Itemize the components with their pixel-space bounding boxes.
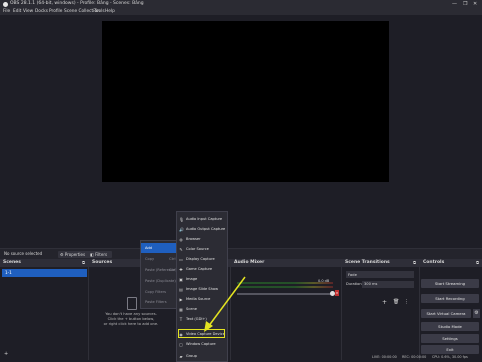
scenes-title-label: Scenes: [3, 260, 21, 265]
gear-icon: ⚙: [60, 251, 64, 257]
hint-line-3: or right click here to add one.: [103, 322, 159, 326]
start-virtual-camera-button[interactable]: Start Virtual Camera: [421, 309, 471, 318]
play-icon: ▶: [179, 296, 183, 302]
menu-profile[interactable]: Profile: [49, 8, 62, 15]
brush-icon: ✎: [179, 246, 183, 252]
live-timer: LIVE: 00:00:00: [372, 355, 397, 359]
undock-icon[interactable]: ⧉: [82, 259, 85, 267]
gamepad-icon: ✚: [179, 266, 183, 272]
image-icon: ▣: [179, 276, 183, 282]
volume-meter: [237, 282, 333, 284]
scenes-dock: Scenes ⧉ 1-1 +: [0, 259, 89, 360]
text-icon: T: [179, 316, 183, 322]
menu-tools[interactable]: Tools: [94, 8, 105, 15]
annotation-arrow-icon: [204, 276, 246, 332]
mixer-dock-title: Audio Mixer: [231, 259, 341, 267]
empty-sources-icon: [127, 297, 137, 310]
mixer-title-label: Audio Mixer: [234, 260, 265, 265]
menu-docks[interactable]: Docks: [35, 8, 48, 15]
window-icon: ▢: [179, 341, 183, 347]
menu-file[interactable]: File: [3, 8, 10, 15]
controls-dock-title: Controls ⧉: [420, 259, 482, 267]
status-bar: LIVE: 00:00:00 REC: 00:00:00 CPU: 0.6%, …: [0, 355, 482, 360]
slideshow-icon: ▤: [179, 286, 183, 292]
scene-item[interactable]: 1-1: [2, 269, 87, 277]
transition-type-value: Fade: [348, 272, 357, 277]
submenu-item-browser[interactable]: ◍ Browser: [177, 235, 227, 244]
menu-help[interactable]: Help: [105, 8, 115, 15]
folder-icon: ▰: [179, 353, 183, 359]
submenu-label: Window Capture: [186, 342, 216, 346]
no-source-label: No source selected: [4, 251, 43, 256]
volume-meter: [237, 286, 333, 288]
sources-title-label: Sources: [92, 260, 113, 265]
submenu-label: Display Capture: [186, 257, 215, 261]
more-icon[interactable]: ⋮: [404, 299, 409, 305]
virtual-camera-settings-icon[interactable]: ⚙: [473, 309, 480, 318]
transitions-dock-title: Scene Transitions ⧉: [342, 259, 419, 267]
mute-icon[interactable]: ✕: [335, 290, 339, 296]
duration-value: 300 ms: [364, 282, 378, 286]
duration-label: Duration: [346, 282, 362, 286]
submenu-item-audio-output-capture[interactable]: 🔊 Audio Output Capture: [177, 225, 227, 234]
filter-icon: ◧: [90, 251, 94, 257]
scene-transitions-dock: Scene Transitions ⧉ Fade Duration 300 ms…: [342, 259, 420, 360]
submenu-label: Browser: [186, 237, 201, 241]
submenu-item-game-capture[interactable]: ✚ Game Capture: [177, 265, 227, 274]
undock-icon[interactable]: ⧉: [476, 259, 479, 267]
menu-item-label: Copy: [145, 257, 155, 261]
scene-icon: ▦: [179, 306, 183, 312]
menu-bar: File Edit View Docks Profile Scene Colle…: [0, 8, 482, 15]
maximize-button[interactable]: ❐: [463, 0, 467, 8]
submenu-label: Audio Output Capture: [186, 227, 226, 231]
source-toolbar: No source selected ⚙ Properties ◧ Filter…: [0, 248, 482, 259]
submenu-label: Scene: [186, 307, 197, 311]
exit-button[interactable]: Exit: [421, 345, 479, 354]
submenu-item-window-capture[interactable]: ▢ Window Capture: [177, 340, 227, 349]
monitor-icon: ▭: [179, 256, 183, 262]
volume-slider-track[interactable]: [237, 293, 333, 295]
submenu-label: Color Source: [186, 247, 209, 251]
window-title: OBS 28.1.1 (64-bit, windows) - Profile: …: [10, 1, 144, 6]
properties-label: Properties: [64, 251, 86, 257]
empty-sources-hint: You don't have any sources. Click the + …: [95, 312, 167, 327]
controls-title-label: Controls: [423, 260, 445, 265]
menu-view[interactable]: View: [23, 8, 33, 15]
submenu-label: Game Capture: [186, 267, 213, 271]
preview-canvas[interactable]: [102, 21, 389, 182]
undock-icon[interactable]: ⧉: [413, 259, 416, 267]
submenu-item-color-source[interactable]: ✎ Color Source: [177, 245, 227, 254]
start-recording-button[interactable]: Start Recording: [421, 294, 479, 303]
duration-input[interactable]: 300 ms: [362, 281, 414, 288]
rec-timer: REC: 00:00:00: [402, 355, 427, 359]
transitions-title-label: Scene Transitions: [345, 260, 390, 265]
settings-button[interactable]: Settings: [421, 334, 479, 343]
trash-icon[interactable]: 🗑: [393, 299, 399, 305]
scenes-dock-title: Scenes ⧉: [0, 259, 88, 267]
add-transition-button[interactable]: +: [382, 299, 387, 306]
title-bar: OBS 28.1.1 (64-bit, windows) - Profile: …: [0, 0, 482, 8]
cpu-fps: CPU: 0.6%, 30.00 fps: [432, 355, 468, 359]
microphone-icon: 🎙: [179, 216, 185, 222]
start-streaming-button[interactable]: Start Streaming: [421, 279, 479, 288]
minimize-button[interactable]: —: [452, 0, 457, 8]
submenu-item-audio-input-capture[interactable]: 🎙 Audio Input Capture: [177, 215, 227, 224]
globe-icon: ◍: [179, 236, 183, 242]
menu-edit[interactable]: Edit: [13, 8, 21, 15]
submenu-label: Group: [186, 354, 197, 358]
transition-select[interactable]: Fade: [346, 271, 414, 278]
submenu-label: Image: [186, 277, 198, 281]
submenu-item-display-capture[interactable]: ▭ Display Capture: [177, 255, 227, 264]
close-button[interactable]: ✕: [473, 0, 477, 8]
filters-button[interactable]: ◧ Filters: [88, 250, 112, 258]
obs-logo-icon: [3, 1, 8, 7]
studio-mode-button[interactable]: Studio Mode: [421, 322, 479, 331]
menu-item-label: Add: [145, 246, 152, 250]
submenu-label: Audio Input Capture: [186, 217, 223, 221]
filters-label: Filters: [95, 251, 108, 257]
speaker-icon: 🔊: [179, 226, 184, 232]
